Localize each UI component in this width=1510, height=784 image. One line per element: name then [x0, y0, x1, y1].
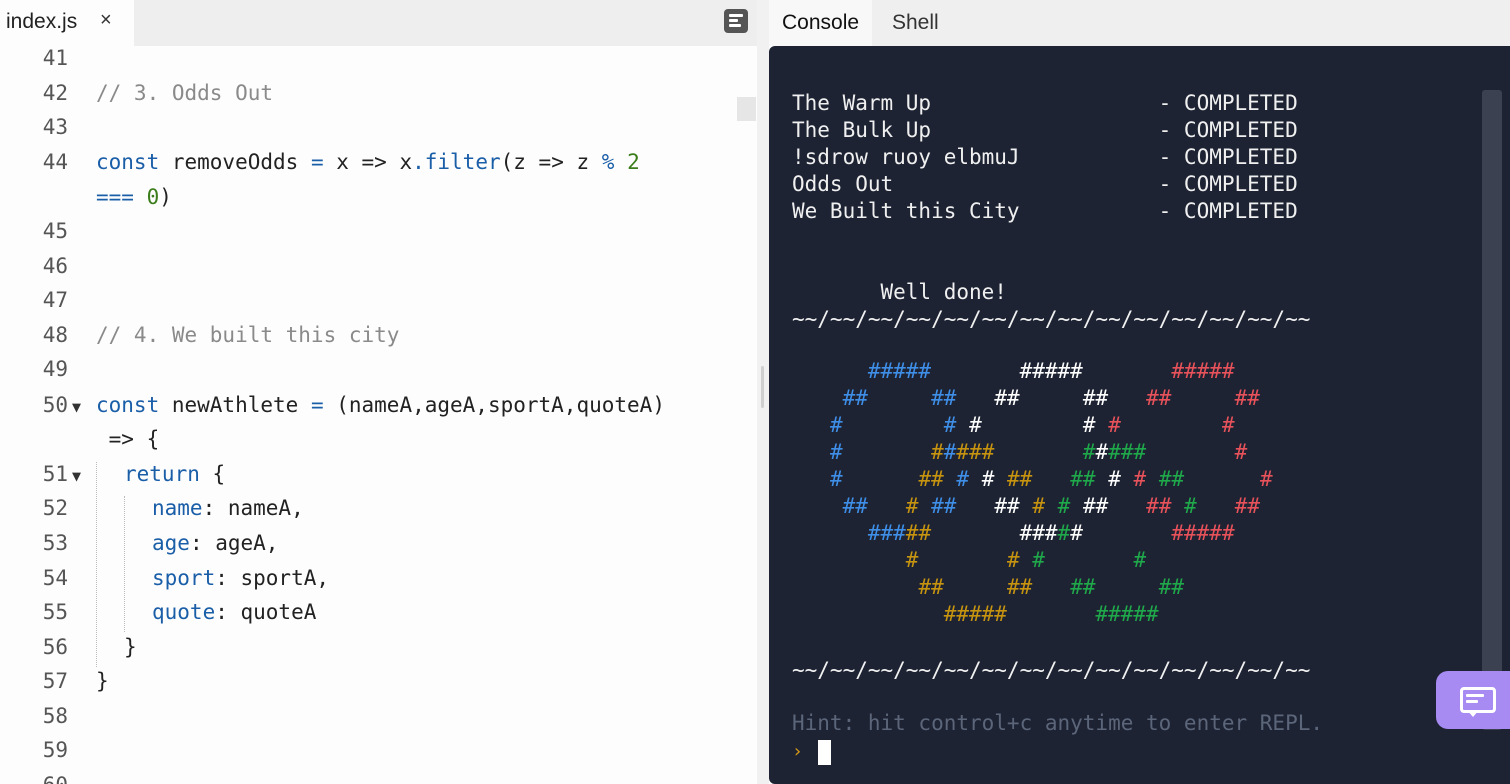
indent-guide [96, 462, 97, 667]
line-number: 57 [42, 669, 68, 693]
code-line: const newAthlete = (nameA,ageA,sportA,qu… [96, 393, 665, 417]
line-number: 54 [42, 566, 68, 590]
line-number: 50 [42, 393, 68, 417]
list-icon[interactable] [724, 9, 748, 33]
line-number: 56 [42, 635, 68, 659]
line-number: 41 [42, 46, 68, 70]
line-number: 44 [42, 150, 68, 174]
code-line: age: ageA, [152, 531, 279, 555]
line-number: 45 [42, 219, 68, 243]
code-line: const removeOdds = x => x.filter(z => z … [96, 150, 640, 174]
console-result-line: The Warm Up - COMPLETED [792, 91, 1298, 115]
code-line: quote: quoteA [152, 600, 317, 624]
fold-arrow-icon[interactable]: ▼ [72, 467, 81, 485]
pane-splitter[interactable] [757, 0, 769, 784]
tab-console[interactable]: Console [769, 0, 873, 46]
code-area[interactable]: 41 42 43 44 45 46 47 48 49 50 51 52 53 5… [0, 46, 757, 784]
line-number: 49 [42, 357, 68, 381]
prompt-icon: › [792, 741, 803, 762]
line-number: 47 [42, 288, 68, 312]
indent-guide [124, 496, 125, 632]
code-line: sport: sportA, [152, 566, 330, 590]
fold-arrow-icon[interactable]: ▼ [72, 398, 81, 416]
line-number: 52 [42, 496, 68, 520]
file-tab-label: index.js [6, 10, 78, 33]
divider-line: ~~/~~/~~/~~/~~/~~/~~/~~/~~/~~/~~/~~/~~/~… [792, 658, 1311, 682]
well-done-message: Well done! [792, 280, 1007, 304]
chat-bubble-icon[interactable] [1436, 671, 1510, 729]
code-line: } [96, 669, 109, 693]
drag-handle-icon[interactable] [761, 366, 764, 408]
line-number: 46 [42, 254, 68, 278]
console-scrollbar[interactable] [1482, 90, 1502, 730]
line-number: 51 [42, 462, 68, 486]
olympic-rings-art: ##### ##### ##### ## ## ## ## ## ## # # … [829, 359, 1273, 626]
editor-tab-bar: index.js × [0, 0, 757, 46]
repl-hint: Hint: hit control+c anytime to enter REP… [792, 711, 1324, 735]
close-icon[interactable]: × [100, 9, 112, 32]
console-result-line: Odds Out - COMPLETED [792, 172, 1298, 196]
line-number: 53 [42, 531, 68, 555]
console-result-line: We Built this City - COMPLETED [792, 199, 1298, 223]
line-number: 42 [42, 81, 68, 105]
console-output[interactable]: The Warm Up - COMPLETED The Bulk Up - CO… [769, 46, 1510, 784]
line-number: 48 [42, 323, 68, 347]
code-line: // 3. Odds Out [96, 81, 274, 105]
line-number: 60 [0, 773, 68, 784]
code-line-wrap: => { [96, 427, 160, 451]
line-number: 55 [42, 600, 68, 624]
code-line: return { [124, 462, 226, 486]
divider-line: ~~/~~/~~/~~/~~/~~/~~/~~/~~/~~/~~/~~/~~/~… [792, 307, 1311, 331]
code-line: } [124, 635, 137, 659]
line-number: 43 [42, 115, 68, 139]
code-line-wrap: === 0) [96, 185, 172, 209]
editor-scroll-marker[interactable] [737, 97, 756, 121]
file-tab-index-js[interactable]: index.js × [0, 0, 134, 46]
code-line: name: nameA, [152, 496, 304, 520]
text-cursor[interactable] [818, 740, 831, 765]
code-line: // 4. We built this city [96, 323, 400, 347]
right-tab-bar: Console Shell [769, 0, 1510, 46]
console-result-line: The Bulk Up - COMPLETED [792, 118, 1298, 142]
console-result-line: !sdrow ruoy elbmuJ - COMPLETED [792, 145, 1298, 169]
tab-shell[interactable]: Shell [879, 0, 952, 46]
code-editor-pane: index.js × 41 42 43 44 45 46 47 48 49 50… [0, 0, 757, 784]
line-number: 58 [42, 704, 68, 728]
line-number: 59 [42, 738, 68, 762]
